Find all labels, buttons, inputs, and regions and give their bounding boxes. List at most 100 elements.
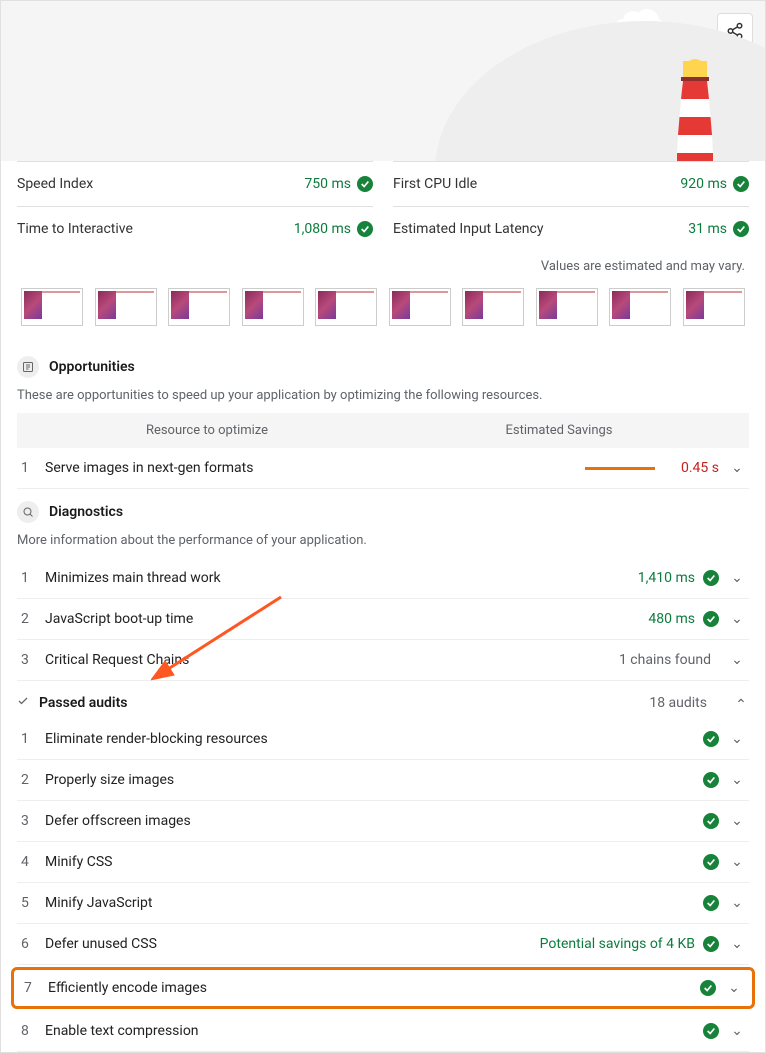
chevron-down-icon: ⌄ <box>729 936 745 952</box>
section-title: Opportunities <box>49 359 135 375</box>
metric-value: 920 ms <box>680 176 727 192</box>
savings-indicator: 0.45 s <box>585 460 719 476</box>
chevron-down-icon: ⌄ <box>729 854 745 870</box>
diagnostic-row[interactable]: 2JavaScript boot-up time480 ms ⌄ <box>17 599 749 640</box>
row-number: 1 <box>21 460 45 476</box>
pass-icon <box>703 570 719 586</box>
filmstrip-thumb[interactable] <box>609 288 671 326</box>
pass-icon <box>703 611 719 627</box>
diagnostics-header: Diagnostics <box>17 489 749 529</box>
metric-label: Speed Index <box>17 176 93 192</box>
filmstrip-thumb[interactable] <box>389 288 451 326</box>
row-number: 7 <box>24 980 48 996</box>
metric-input-latency: Estimated Input Latency 31 ms <box>393 206 749 251</box>
chevron-down-icon: ⌄ <box>726 980 742 996</box>
chevron-down-icon: ⌄ <box>729 611 745 627</box>
row-label: Enable text compression <box>45 1023 703 1039</box>
row-number: 3 <box>21 813 45 829</box>
pass-icon <box>703 772 719 788</box>
row-number: 2 <box>21 772 45 788</box>
filmstrip-thumb[interactable] <box>21 288 83 326</box>
row-number: 8 <box>21 1023 45 1039</box>
row-label: Properly size images <box>45 772 703 788</box>
row-label: Critical Request Chains <box>45 652 619 668</box>
row-number: 1 <box>21 570 45 586</box>
chevron-down-icon: ⌄ <box>729 895 745 911</box>
pass-icon <box>703 895 719 911</box>
pass-icon <box>703 731 719 747</box>
pass-icon <box>703 813 719 829</box>
opportunities-columns: Resource to optimize Estimated Savings <box>17 413 749 448</box>
passed-audit-row[interactable]: 1Eliminate render-blocking resources ⌄ <box>17 719 749 760</box>
passed-audit-row[interactable]: 7Efficiently encode images⌄ <box>11 967 755 1009</box>
estimate-note: Values are estimated and may vary. <box>1 251 765 288</box>
passed-audit-row[interactable]: 6Defer unused CSSPotential savings of 4 … <box>17 924 749 965</box>
metric-label: Estimated Input Latency <box>393 221 543 237</box>
row-label: Defer unused CSS <box>45 936 540 952</box>
row-number: 1 <box>21 731 45 747</box>
savings-bar <box>585 467 655 470</box>
chevron-down-icon: ⌄ <box>729 731 745 747</box>
filmstrip <box>1 288 765 344</box>
filmstrip-thumb[interactable] <box>536 288 598 326</box>
row-label: Defer offscreen images <box>45 813 703 829</box>
row-number: 4 <box>21 854 45 870</box>
filmstrip-thumb[interactable] <box>462 288 524 326</box>
passed-audits-header[interactable]: Passed audits 18 audits ⌃ <box>17 681 749 719</box>
metric-first-cpu-idle: First CPU Idle 920 ms <box>393 161 749 206</box>
metric-value: 31 ms <box>688 221 727 237</box>
diagnostic-value: 1 chains found <box>619 652 711 668</box>
passed-audit-row[interactable]: 2Properly size images ⌄ <box>17 760 749 801</box>
opportunities-header: Opportunities <box>17 344 749 384</box>
passed-audit-row[interactable]: 4Minify CSS ⌄ <box>17 842 749 883</box>
audit-note: Potential savings of 4 KB <box>540 936 695 952</box>
section-title: Diagnostics <box>49 504 123 520</box>
metric-label: Time to Interactive <box>17 221 133 237</box>
filmstrip-thumb[interactable] <box>168 288 230 326</box>
chevron-down-icon: ⌄ <box>729 652 745 668</box>
filmstrip-thumb[interactable] <box>95 288 157 326</box>
passed-audit-row[interactable]: 3Defer offscreen images ⌄ <box>17 801 749 842</box>
diagnostic-row[interactable]: 3Critical Request Chains1 chains found ⌄ <box>17 640 749 681</box>
opportunity-row[interactable]: 1 Serve images in next-gen formats 0.45 … <box>17 448 749 489</box>
row-label: Eliminate render-blocking resources <box>45 731 703 747</box>
row-label: Minify JavaScript <box>45 895 703 911</box>
row-number: 2 <box>21 611 45 627</box>
section-desc: These are opportunities to speed up your… <box>17 384 749 413</box>
row-label: Serve images in next-gen formats <box>45 460 585 476</box>
savings-value: 0.45 s <box>667 460 719 476</box>
filmstrip-thumb[interactable] <box>683 288 745 326</box>
lighthouse-icon <box>665 41 725 161</box>
pass-icon <box>357 176 373 192</box>
row-number: 3 <box>21 652 45 668</box>
metric-value: 750 ms <box>304 176 351 192</box>
passed-audit-row[interactable]: 8Enable text compression ⌄ <box>17 1011 749 1052</box>
pass-icon <box>703 936 719 952</box>
chevron-down-icon: ⌄ <box>729 772 745 788</box>
col-resource: Resource to optimize <box>31 423 383 438</box>
col-savings: Estimated Savings <box>383 423 735 438</box>
diagnostic-value: 480 ms <box>648 611 695 627</box>
row-number: 5 <box>21 895 45 911</box>
pass-icon <box>703 1023 719 1039</box>
diagnostic-value: 1,410 ms <box>638 570 695 586</box>
section-title: Passed audits <box>39 695 127 711</box>
row-label: Minimizes main thread work <box>45 570 638 586</box>
check-icon <box>17 695 29 711</box>
opportunities-icon <box>17 356 39 378</box>
diagnostics-icon <box>17 501 39 523</box>
diagnostic-row[interactable]: 1Minimizes main thread work1,410 ms⌄ <box>17 558 749 599</box>
pass-icon <box>700 980 716 996</box>
row-number: 6 <box>21 936 45 952</box>
filmstrip-thumb[interactable] <box>242 288 304 326</box>
chevron-down-icon: ⌄ <box>729 813 745 829</box>
filmstrip-thumb[interactable] <box>315 288 377 326</box>
row-label: JavaScript boot-up time <box>45 611 648 627</box>
passed-audit-row[interactable]: 5Minify JavaScript ⌄ <box>17 883 749 924</box>
pass-icon <box>733 176 749 192</box>
chevron-up-icon: ⌃ <box>733 697 749 713</box>
row-label: Minify CSS <box>45 854 703 870</box>
section-desc: More information about the performance o… <box>17 529 749 558</box>
chevron-down-icon: ⌄ <box>729 1023 745 1039</box>
pass-icon <box>357 221 373 237</box>
